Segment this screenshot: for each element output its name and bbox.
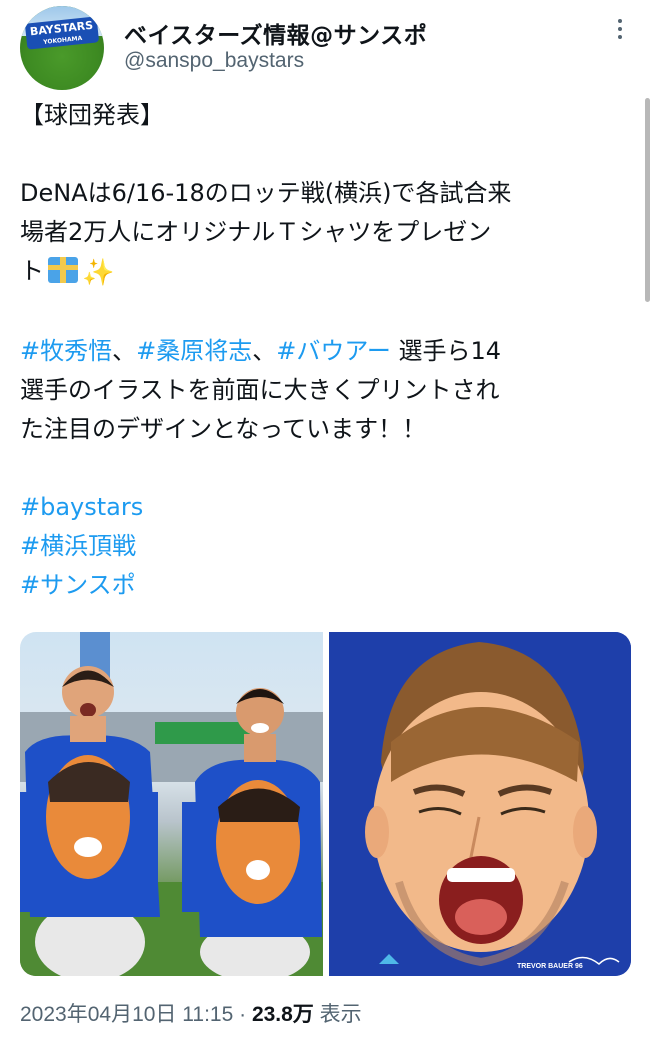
- body-line-3-text: ト: [20, 257, 44, 285]
- body-line-1: DeNAは6/16-18のロッテ戦(横浜)で各試合来: [20, 179, 512, 207]
- body-line-2: 場者2万人にオリジナルＴシャツをプレゼン: [20, 218, 492, 246]
- players-line-1: #牧秀悟、#桑原将志、#バウアー 選手ら14: [20, 332, 630, 371]
- avatar[interactable]: BAYSTARS YOKOHAMA: [20, 6, 104, 90]
- hashtag-link[interactable]: #牧秀悟: [20, 337, 112, 365]
- hashtag-link[interactable]: #桑原将志: [136, 337, 252, 365]
- gift-emoji-icon: [48, 257, 78, 283]
- separator: 、: [252, 337, 277, 365]
- author-display-name[interactable]: ベイスターズ情報@サンスポ: [124, 16, 427, 50]
- tweet-header: BAYSTARS YOKOHAMA ベイスターズ情報@サンスポ @sanspo_…: [20, 6, 630, 90]
- announcement-line: 【球団発表】: [20, 101, 164, 129]
- photo-players-in-shirts[interactable]: [20, 632, 323, 976]
- meta-separator: ·: [233, 1003, 252, 1026]
- photo-bauer-illustration[interactable]: TREVOR BAUER 96: [329, 632, 631, 976]
- timestamp[interactable]: 2023年04月10日 11:15: [20, 1003, 233, 1026]
- bauer-face-illustration: [329, 632, 631, 976]
- hashtag-link[interactable]: #サンスポ: [20, 566, 630, 605]
- avatar-logo-text: BAYSTARS: [29, 18, 94, 39]
- artwork-caption: TREVOR BAUER 96: [517, 963, 583, 970]
- players-photo-illustration: [20, 632, 323, 976]
- players-line-3: た注目のデザインとなっています！！: [20, 415, 427, 443]
- tweet-meta: 2023年04月10日 11:15 · 23.8万 表示: [20, 998, 362, 1028]
- players-line-2: 選手のイラストを前面に大きくプリントされ: [20, 376, 500, 404]
- media-grid: TREVOR BAUER 96: [20, 632, 631, 976]
- body-line-3: ト ✨: [20, 252, 630, 293]
- author-handle[interactable]: @sanspo_baystars: [124, 49, 304, 73]
- more-options-icon[interactable]: [608, 16, 632, 46]
- players-line-1-rest: 選手ら14: [390, 337, 502, 365]
- hashtag-link[interactable]: #横浜頂戦: [20, 527, 630, 566]
- hashtag-link[interactable]: #baystars: [20, 488, 630, 527]
- sparkles-emoji-icon: ✨: [82, 258, 115, 288]
- view-count-label: 表示: [313, 1003, 362, 1026]
- separator: 、: [112, 337, 137, 365]
- scrollbar[interactable]: [645, 98, 650, 302]
- hashtag-link[interactable]: #バウアー: [276, 337, 391, 365]
- view-count: 23.8万: [251, 1003, 314, 1026]
- tweet-text: 【球団発表】​DeNAは6/16-18のロッテ戦(横浜)で各試合来場者2万人にオ…: [20, 96, 630, 605]
